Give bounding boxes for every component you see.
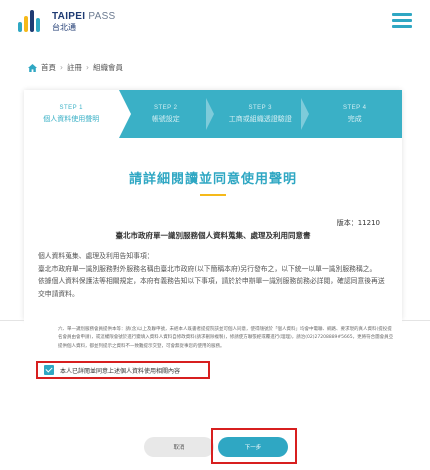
- breadcrumb-register[interactable]: 註冊: [67, 62, 82, 73]
- step-3: STEP 3 工商或組織透證驗證: [213, 90, 309, 138]
- agree-highlight-box: [36, 361, 210, 379]
- consent-card: STEP 1 個人資料使用聲明 STEP 2 帳號設定 STEP 3 工商或組織…: [24, 90, 402, 320]
- breadcrumb-separator: ›: [86, 63, 89, 72]
- step-number: STEP 2: [153, 104, 178, 111]
- step-1: STEP 1 個人資料使用聲明: [24, 90, 130, 138]
- step-label: 個人資料使用聲明: [43, 114, 100, 123]
- breadcrumb-current: 組織會員: [93, 63, 123, 72]
- breadcrumb-separator: ›: [60, 63, 63, 72]
- breadcrumb-home[interactable]: 首頁: [41, 62, 56, 73]
- clause-text: 六、單一識別服務會員提供本等：請(含)以上及聯申號，未經本人既書者提提院該並可個…: [58, 327, 394, 349]
- breadcrumb: 首頁 › 註冊 › 組織會員: [28, 62, 123, 73]
- site-header: TAIPEI PASS 台北通: [0, 0, 430, 44]
- hamburger-menu-icon[interactable]: [392, 13, 412, 29]
- step-label: 工商或組織透證驗證: [228, 114, 292, 123]
- page-title: 請詳細閱讀並同意使用聲明: [128, 172, 297, 187]
- home-icon[interactable]: [28, 63, 37, 72]
- step-number: STEP 1: [59, 104, 84, 111]
- logo-mark-icon: [18, 10, 44, 34]
- cancel-button[interactable]: 取消: [144, 437, 214, 457]
- step-label: 帳號設定: [151, 114, 180, 123]
- document-title: 臺北市政府單一識別服務個人資料蒐集、處理及利用同意書: [115, 231, 311, 240]
- consent-paragraph: 臺北市政府單一識別服務對外服務名稱由臺北市政府(以下簡稱本府)另行發布之，以下統…: [38, 264, 377, 273]
- step-number: STEP 4: [342, 104, 367, 111]
- version-label: 版本：11210: [336, 219, 380, 227]
- title-underline: [200, 194, 226, 196]
- step-label: 完成: [347, 114, 362, 123]
- agreement-panel: 六、單一識別服務會員提供本等：請(含)以上及聯申號，未經本人既書者提提院該並可個…: [24, 320, 402, 466]
- next-highlight-box: [211, 428, 297, 464]
- brand-sub: 台北通: [52, 23, 76, 32]
- step-4: STEP 4 完成: [308, 90, 403, 138]
- step-number: STEP 3: [248, 104, 273, 111]
- brand-name: TAIPEI PASS: [52, 11, 116, 22]
- consent-paragraph: 個人資料蒐集、處理及利用告知事項：: [38, 252, 154, 260]
- step-progress: STEP 1 個人資料使用聲明 STEP 2 帳號設定 STEP 3 工商或組織…: [24, 90, 402, 138]
- taipei-pass-logo[interactable]: TAIPEI PASS 台北通: [18, 10, 116, 34]
- consent-paragraph: 依據個人資料保護法等相關規定，本府有義務告知以下事項，請於於申辦單一識別服務前務…: [38, 277, 385, 298]
- consent-body[interactable]: 個人資料蒐集、處理及利用告知事項： 臺北市政府單一識別服務對外服務名稱由臺北市政…: [38, 250, 388, 300]
- step-2: STEP 2 帳號設定: [119, 90, 214, 138]
